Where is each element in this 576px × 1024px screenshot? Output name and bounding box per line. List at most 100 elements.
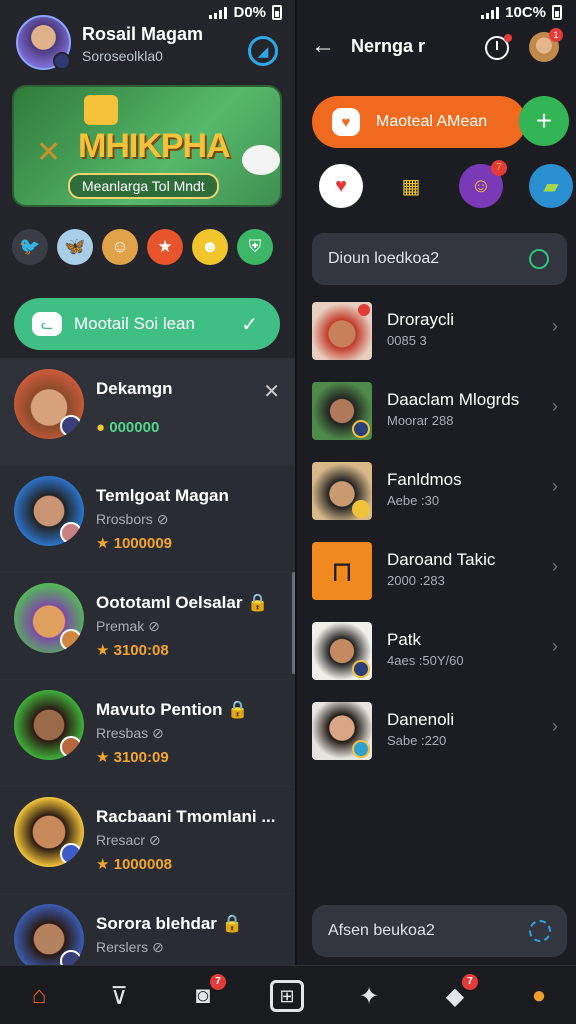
star-icon[interactable]: ★ (147, 229, 183, 265)
list-item[interactable]: Daaclam Mlogrds Moorar 288 › (297, 376, 576, 456)
list-item-name: Daroand Takic (387, 550, 496, 569)
avatar[interactable] (16, 15, 71, 70)
compass-icon[interactable]: ◢ (248, 36, 278, 66)
close-icon[interactable]: ✕ (263, 379, 280, 404)
list-item-name: Temlgoat Magan (96, 486, 229, 505)
lock-icon: 🔒 (221, 914, 243, 933)
list-item-name: Fanldmos (387, 470, 462, 489)
list-item-subtitle: Moorar 288 (387, 413, 454, 428)
green-action-button[interactable]: ᓚ Mootail Soi lean ✓ (14, 298, 280, 350)
note-icon[interactable]: ▰ (529, 164, 573, 208)
avatar[interactable] (14, 690, 84, 760)
bird-icon[interactable]: 🐦 (12, 229, 48, 265)
thumbnail (312, 382, 372, 440)
avatar[interactable] (14, 904, 84, 965)
promo-banner[interactable]: ✕ MHIKPHA Meanlarga Tol Mndt (12, 85, 282, 207)
smile-icon[interactable]: ☻ (192, 229, 228, 265)
grid-icon[interactable]: ⊞ (270, 980, 304, 1012)
notification-badge: 7 (462, 974, 478, 990)
avatar[interactable] (14, 583, 84, 653)
thumbnail (312, 302, 372, 360)
list-item[interactable]: Sorora blehdar 🔒 Rerslers ⊘ (0, 893, 296, 965)
list-item-value-text: 3100:09 (113, 749, 169, 766)
crossed-swords-icon: ✕ (36, 136, 62, 169)
basket-icon[interactable]: ⊽ (102, 980, 136, 1012)
list-item-subtitle: 0085 3 (387, 333, 427, 348)
lock-icon: 🔒 (247, 593, 269, 612)
list-item-value-text: 3100:08 (113, 642, 169, 659)
lock-tile-icon: ⊓ (312, 542, 372, 600)
coin-icon (352, 500, 370, 518)
profile-icon[interactable]: ● (522, 980, 556, 1012)
list-item-subtitle: Premak ⊘ (96, 618, 160, 635)
chat-list: Droraycli 0085 3 › Daaclam Mlogrds Moora… (297, 296, 576, 776)
list-item[interactable]: Mavuto Pention 🔒 Rresbas ⊘ ★ 3100:09 (0, 679, 296, 786)
camera-icon[interactable]: ◙ 7 (186, 974, 226, 1012)
list-item[interactable]: Fanldmos Aebe :30 › (297, 456, 576, 536)
home-icon[interactable]: ⌂ (22, 980, 56, 1012)
list-item-subtitle-text: Rresbas (96, 725, 149, 741)
list-item[interactable]: Dekamgn ● 000000 ✕ (0, 358, 296, 465)
chevron-right-icon: › (552, 716, 558, 736)
list-item-name: Droraycli (387, 310, 455, 329)
list-item-value: ★ 1000008 (96, 856, 173, 873)
friend-list: Dekamgn ● 000000 ✕ Temlgoat Magan Rrosbo… (0, 358, 296, 965)
bottom-nav: ⌂ ⊽ ◙ 7 ⊞ ✦ ◆ 7 ● (0, 965, 576, 1024)
list-item-name: Sorora blehdar 🔒 (96, 914, 243, 934)
list-item-name: Danenoli (387, 710, 455, 729)
status-bar: D0% (209, 4, 282, 21)
list-item-value-text: 1000009 (113, 535, 173, 552)
character-icon[interactable]: ☺ (102, 229, 138, 265)
refresh-icon[interactable] (529, 249, 549, 269)
list-item[interactable]: Droraycli 0085 3 › (297, 296, 576, 376)
list-item-subtitle: Rrosbors ⊘ (96, 511, 168, 528)
butterfly-icon[interactable]: 🦋 (57, 229, 93, 265)
level-badge-icon (60, 629, 82, 651)
list-item-subtitle: Rresacr ⊘ (96, 832, 161, 849)
orange-action-button[interactable]: ♥ Maoteal AMean (312, 96, 526, 148)
list-item-value-text: 1000008 (113, 856, 173, 873)
notification-dot (358, 304, 370, 316)
check-shield-icon[interactable]: ⛨ (237, 229, 273, 265)
shortcut-icons-row: ♥ ▦ ☺ 7 ▰ (319, 160, 573, 208)
battery-icon (272, 5, 282, 20)
character-icon[interactable]: ☺ 7 (459, 160, 507, 208)
add-button[interactable]: + (519, 96, 569, 146)
bottom-search-input[interactable]: Afsen beukoa2 (312, 905, 567, 957)
clock-icon[interactable] (485, 34, 512, 60)
search-input[interactable]: Dioun loedkoa2 (312, 233, 567, 285)
level-badge-icon (60, 522, 82, 544)
avatar[interactable] (14, 369, 84, 439)
back-arrow-icon[interactable]: ← (311, 32, 335, 60)
list-item[interactable]: Patk 4aes :50Y/60 › (297, 616, 576, 696)
list-item[interactable]: Oototaml Oelsalar 🔒 Premak ⊘ ★ 3100:08 (0, 572, 296, 679)
level-badge-icon (352, 660, 370, 678)
banner-title: MHIKPHA (78, 127, 231, 165)
list-item-name-text: Oototaml Oelsalar (96, 593, 243, 612)
list-item[interactable]: Temlgoat Magan Rrosbors ⊘ ★ 1000009 (0, 465, 296, 572)
list-item[interactable]: Danenoli Sabe :220 › (297, 696, 576, 776)
avatar[interactable] (14, 476, 84, 546)
check-icon: ✓ (241, 313, 258, 336)
thumbnail (312, 462, 372, 520)
list-item-name: Daaclam Mlogrds (387, 390, 520, 409)
thumbnail (312, 702, 372, 760)
chevron-right-icon: › (552, 316, 558, 336)
profile-subtitle: Soroseolkla0 (82, 48, 163, 64)
avatar[interactable] (14, 797, 84, 867)
chat-icon[interactable]: ◆ 7 (438, 974, 478, 1012)
avatar[interactable]: 1 (529, 28, 563, 62)
heart-shield-icon: ♥ (332, 108, 360, 136)
list-item-subtitle: Rresbas ⊘ (96, 725, 164, 742)
list-item-subtitle: 4aes :50Y/60 (387, 653, 464, 668)
list-item[interactable]: ⊓ Daroand Takic 2000 :283 › (297, 536, 576, 616)
crown-star-icon[interactable]: ✦ (352, 980, 386, 1012)
list-item[interactable]: Racbaani Tmomlani ... Rresacr ⊘ ★ 100000… (0, 786, 296, 893)
heart-icon[interactable]: ♥ (319, 164, 363, 208)
list-item-name: Mavuto Pention 🔒 (96, 700, 248, 720)
chevron-right-icon: › (552, 556, 558, 576)
banner-pill: Meanlarga Tol Mndt (68, 173, 219, 199)
search-placeholder: Dioun loedkoa2 (328, 250, 440, 267)
building-blocks-icon[interactable]: ▦ (389, 164, 433, 208)
list-item-subtitle-text: Rrosbors (96, 511, 153, 527)
